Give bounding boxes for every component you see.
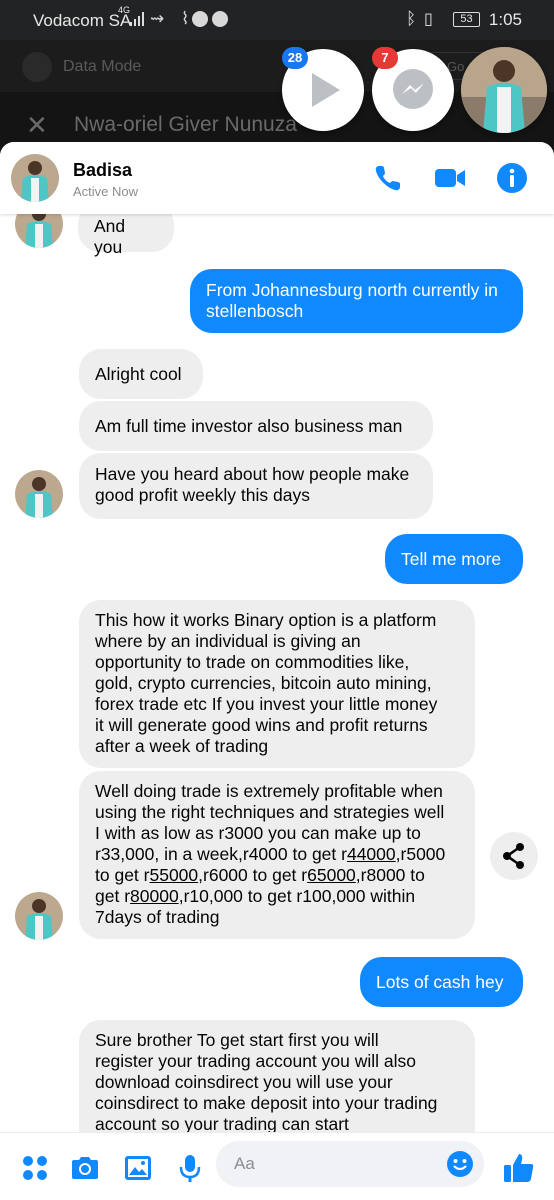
message-text: good profit weekly this days [95, 485, 310, 505]
contact-chat-head[interactable] [461, 47, 547, 133]
microphone-icon[interactable] [175, 1153, 205, 1183]
messenger-status-icon [192, 11, 208, 27]
chat-header: Badisa Active Now [0, 142, 554, 214]
amount-link[interactable]: 55000 [149, 865, 198, 885]
presence-status: Active Now [73, 184, 139, 199]
message-input[interactable]: Aa [216, 1141, 484, 1187]
amount-link[interactable]: 44000 [347, 844, 396, 864]
bluetooth-icon: ᛒ [406, 9, 417, 28]
carrier-name: Vodacom SA [33, 11, 132, 30]
message-text: download coinsdirect you will use your [95, 1072, 393, 1092]
video-chat-head[interactable]: 28 [282, 47, 364, 131]
message-text: register your trading account you will a… [95, 1051, 416, 1071]
amount-link[interactable]: 65000 [307, 865, 356, 885]
message-text: opportunity to trade on commodities like… [95, 652, 410, 672]
message-bubble[interactable]: And you [78, 214, 174, 257]
message-text: account so your trading can start [95, 1114, 349, 1132]
message-bubble[interactable]: This how it works Binary option is a pla… [79, 600, 475, 768]
video-badge: 28 [282, 47, 308, 69]
info-icon[interactable] [496, 162, 528, 194]
message-text: stellenbosch [206, 301, 304, 321]
avatar[interactable] [11, 154, 59, 202]
message-bubble[interactable]: From Johannesburg north currently in ste… [190, 269, 523, 333]
image-icon[interactable] [123, 1153, 153, 1183]
message-text: Tell me more [401, 549, 502, 569]
message-text: coinsdirect to make deposit into your tr… [95, 1093, 438, 1113]
notification-icons: ⇝ ⌇ [150, 9, 196, 28]
text-segment: r33,000, in a week,r4000 to get r [95, 844, 347, 864]
message-text: Have you heard about how people make [95, 464, 410, 484]
message-text: it will generate good wins and profit re… [95, 715, 428, 735]
amount-link[interactable]: 80000 [130, 886, 179, 906]
antenna-icon [22, 52, 52, 82]
message-text: r33,000, in a week,r4000 to get r44000,r… [95, 844, 459, 865]
background-conversation-title: Nwa-oriel Giver Nunuza [74, 113, 297, 136]
whatsapp-status-icon [212, 11, 228, 27]
composer: Aa [0, 1132, 554, 1200]
message-text: Lots of cash hey [376, 972, 504, 992]
text-segment: ,r10,000 to get r100,000 within [178, 886, 416, 906]
phone-icon[interactable] [372, 162, 404, 194]
avatar [15, 470, 63, 518]
message-text: And you [94, 216, 126, 257]
messenger-badge: 7 [372, 47, 398, 69]
text-segment: to get r [95, 865, 150, 885]
message-text: to get r55000,r6000 to get r65000,r8000 … [95, 865, 459, 886]
vibrate-icon: ▯ [424, 11, 433, 28]
text-segment: get r [95, 886, 131, 906]
message-text: forex trade etc If you invest your littl… [95, 694, 438, 714]
signal-icon [130, 12, 144, 26]
four-dots-icon[interactable] [20, 1153, 50, 1183]
message-bubble[interactable]: Lots of cash hey [360, 957, 523, 1007]
message-text: Alright cool [95, 364, 182, 384]
text-segment: ,r6000 to get r [198, 865, 308, 885]
message-text: where by an individual is giving an [95, 631, 361, 651]
message-text: using the right techniques and strategie… [95, 802, 445, 822]
message-text: Well doing trade is extremely profitable… [95, 781, 443, 801]
message-text: From Johannesburg north currently in [206, 280, 498, 300]
message-bubble[interactable]: Sure brother To get start first you will… [79, 1020, 475, 1132]
avatar [15, 892, 63, 940]
contact-name: Badisa [73, 160, 133, 180]
data-mode-label: Data Mode [63, 58, 142, 75]
message-text: Sure brother To get start first you will [95, 1030, 379, 1050]
share-button[interactable] [490, 832, 538, 880]
avatar [15, 214, 63, 248]
message-text: gold, crypto currencies, bitcoin auto mi… [95, 673, 432, 693]
text-segment: ,r8000 to [355, 865, 425, 885]
chat-window: Badisa Active Now And you From Johannesb… [0, 142, 554, 1200]
share-icon [503, 843, 524, 869]
network-type: 4G [118, 5, 131, 15]
video-call-icon[interactable] [434, 162, 466, 194]
battery-indicator: 53 [453, 12, 480, 27]
message-bubble[interactable]: Well doing trade is extremely profitable… [79, 771, 475, 939]
message-text: 7days of trading [95, 907, 220, 927]
message-text: Am full time investor also business man [95, 416, 403, 436]
close-icon: ✕ [26, 110, 48, 140]
status-bar: Vodacom SA 4G ⇝ ⌇ ᛒ ▯ 53 1:05 [0, 0, 554, 40]
camera-icon[interactable] [70, 1153, 100, 1183]
message-text: I with as low as r3000 you can make up t… [95, 823, 421, 843]
message-bubble[interactable]: Am full time investor also business man [79, 401, 433, 451]
messenger-chat-head[interactable]: 7 [372, 47, 454, 131]
clock: 1:05 [488, 10, 522, 29]
message-list[interactable]: And you From Johannesburg north currentl… [0, 214, 554, 1132]
avatar [461, 47, 547, 133]
message-bubble[interactable]: Alright cool [79, 349, 203, 399]
text-segment: ,r5000 [395, 844, 446, 864]
message-text: get r80000,r10,000 to get r100,000 withi… [95, 886, 459, 907]
message-text: after a week of trading [95, 736, 269, 756]
emoji-icon[interactable] [446, 1150, 474, 1178]
message-bubble[interactable]: Have you heard about how people make goo… [79, 453, 433, 519]
input-placeholder: Aa [234, 1154, 255, 1173]
thumbs-up-icon[interactable] [502, 1151, 536, 1185]
message-text: This how it works Binary option is a pla… [95, 610, 437, 630]
message-bubble[interactable]: Tell me more [385, 534, 523, 584]
